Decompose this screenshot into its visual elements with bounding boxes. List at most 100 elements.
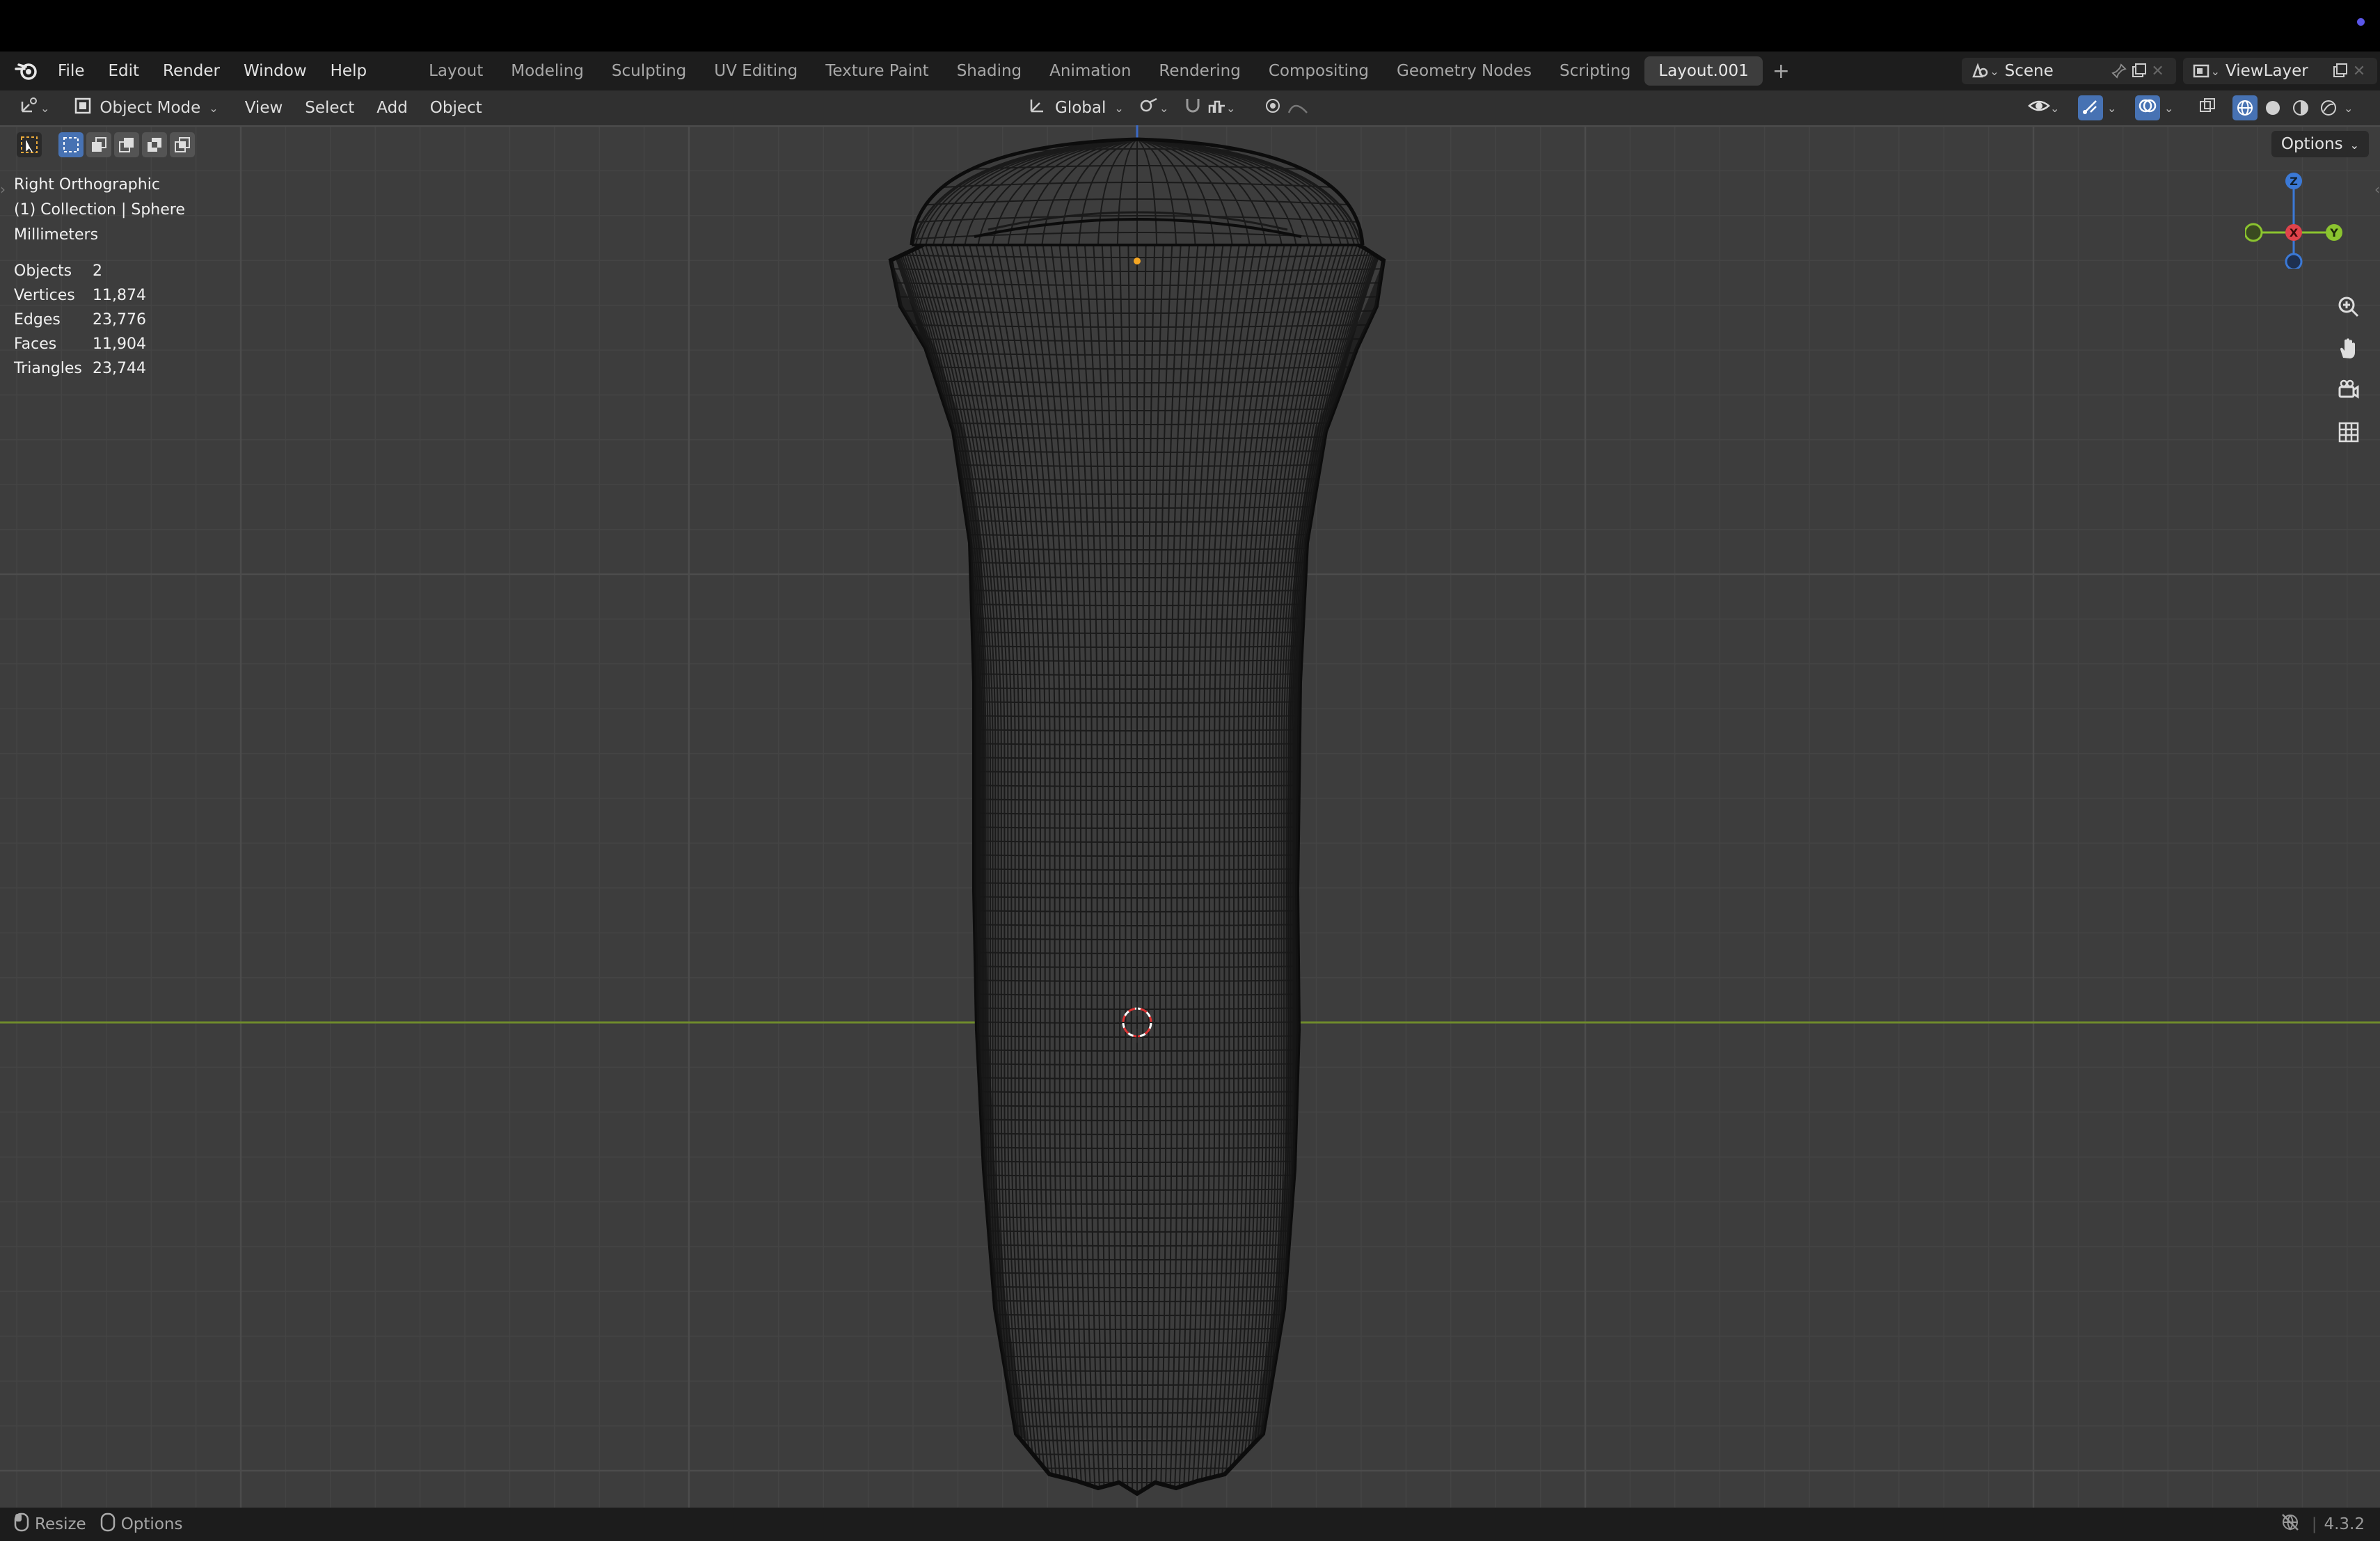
tool-settings-row — [17, 132, 198, 157]
transform-orientation-selector[interactable]: Global ⌄ — [1020, 96, 1131, 120]
tab-uv-editing[interactable]: UV Editing — [700, 56, 811, 86]
scene-selector[interactable]: ⌄ Scene ✕ — [1962, 58, 2176, 84]
magnet-icon — [1183, 96, 1203, 120]
navigation-gizmo[interactable]: Z Y X — [2245, 171, 2342, 269]
new-view-layer-icon[interactable] — [2330, 61, 2349, 81]
shading-options-chevron-icon[interactable]: ⌄ — [2344, 102, 2353, 115]
tab-rendering[interactable]: Rendering — [1145, 56, 1254, 86]
wireframe-shading-icon[interactable] — [2232, 95, 2258, 120]
tab-texture-paint[interactable]: Texture Paint — [811, 56, 942, 86]
object-origin-dot — [1134, 258, 1141, 264]
select-tool-icon[interactable] — [17, 132, 42, 157]
material-shading-icon[interactable] — [2288, 95, 2313, 120]
select-intersect-icon[interactable] — [170, 132, 195, 157]
network-off-icon[interactable] — [2280, 1513, 2301, 1535]
svg-text:X: X — [2290, 226, 2299, 239]
select-invert-icon[interactable] — [142, 132, 167, 157]
gizmo-toggle[interactable]: ⌄ — [2071, 95, 2123, 120]
solid-shading-icon[interactable] — [2260, 95, 2285, 120]
status-options-label: Options — [120, 1515, 183, 1533]
select-menu[interactable]: Select — [294, 99, 365, 117]
stat-row: Objects 2 — [14, 262, 102, 280]
view-layer-icon — [2191, 61, 2211, 81]
new-scene-icon[interactable] — [2129, 61, 2148, 81]
pan-hand-icon[interactable] — [2331, 331, 2366, 366]
viewport-options-button[interactable]: Options ⌄ — [2271, 131, 2369, 157]
tab-sculpting[interactable]: Sculpting — [598, 56, 700, 86]
overlays-toggle[interactable]: ⌄ — [2128, 95, 2180, 120]
stat-row: Vertices 11,874 — [14, 287, 146, 304]
gizmo-neg-y-handle — [2245, 223, 2263, 242]
proportional-icon — [1264, 97, 1282, 119]
orthographic-grid-icon[interactable] — [2331, 415, 2366, 450]
select-extend-icon[interactable] — [86, 132, 111, 157]
scene-name[interactable]: Scene — [2005, 62, 2109, 80]
view-menu[interactable]: View — [234, 99, 294, 117]
zoom-icon[interactable] — [2331, 290, 2366, 324]
notification-dot — [2357, 18, 2365, 26]
viewport-info: Right Orthographic (1) Collection | Sphe… — [14, 173, 185, 248]
camera-view-icon[interactable] — [2331, 373, 2366, 408]
gizmo-icon — [2078, 95, 2103, 120]
status-resize-label: Resize — [35, 1515, 86, 1533]
snap-toggle[interactable]: ⌄ — [1176, 96, 1242, 120]
viewport-canvas[interactable] — [0, 125, 2380, 1508]
add-menu[interactable]: Add — [365, 99, 419, 117]
select-new-icon[interactable] — [58, 132, 84, 157]
tab-geometry-nodes[interactable]: Geometry Nodes — [1383, 56, 1546, 86]
version-info: | 4.3.2 — [2280, 1513, 2365, 1535]
menu-file[interactable]: File — [46, 62, 97, 80]
tab-modeling[interactable]: Modeling — [497, 56, 598, 86]
menu-edit[interactable]: Edit — [97, 62, 152, 80]
scene-statistics: Objects 2 Vertices 11,874 Edges 23,776 Face… — [14, 259, 146, 381]
view-layer-selector[interactable]: ⌄ ViewLayer ✕ — [2182, 58, 2377, 84]
object-menu[interactable]: Object — [419, 99, 493, 117]
tab-shading[interactable]: Shading — [943, 56, 1036, 86]
status-bar: Resize Options | 4.3.2 — [0, 1508, 2380, 1541]
proportional-editing-toggle[interactable] — [1257, 97, 1315, 119]
xray-icon — [2198, 96, 2217, 120]
tab-layout-001[interactable]: Layout.001 — [1644, 56, 1763, 86]
xray-toggle[interactable] — [2191, 96, 2224, 120]
version-label: 4.3.2 — [2324, 1515, 2365, 1533]
tab-scripting[interactable]: Scripting — [1546, 56, 1644, 86]
window-titlebar — [0, 0, 2380, 52]
select-subtract-icon[interactable] — [114, 132, 139, 157]
eye-icon — [2028, 96, 2050, 120]
top-menubar: File Edit Render Window Help Layout Mode… — [0, 52, 2380, 90]
mouse-icon — [13, 1512, 31, 1537]
editor-type-button[interactable]: ⌄ — [11, 96, 56, 120]
unit-system: Millimeters — [14, 226, 99, 244]
view-layer-name[interactable]: ViewLayer — [2226, 62, 2330, 80]
falloff-icon[interactable] — [1287, 97, 1308, 118]
blender-logo-icon[interactable] — [13, 57, 40, 85]
tab-layout[interactable]: Layout — [415, 56, 497, 86]
svg-text:Y: Y — [2329, 226, 2338, 239]
sidebar-expand-arrow-icon[interactable]: ‹ — [2374, 181, 2380, 198]
viewport-header: ⌄ Object Mode ⌄ View Select Add Object G… — [0, 90, 2380, 125]
orientation-icon — [1027, 96, 1047, 120]
stat-row: Triangles 23,744 — [14, 360, 146, 377]
3d-viewport[interactable]: Options ⌄ › ‹ Right Orthographic (1) Coll… — [0, 125, 2380, 1508]
stat-row: Edges 23,776 — [14, 311, 146, 329]
tab-compositing[interactable]: Compositing — [1255, 56, 1383, 86]
delete-view-layer-icon[interactable]: ✕ — [2349, 61, 2369, 81]
delete-scene-icon[interactable]: ✕ — [2148, 61, 2168, 81]
snap-target-icon[interactable] — [1207, 96, 1226, 120]
menu-window[interactable]: Window — [232, 62, 319, 80]
pin-icon[interactable] — [2109, 61, 2129, 81]
menu-render[interactable]: Render — [151, 62, 232, 80]
menu-help[interactable]: Help — [319, 62, 379, 80]
object-visibility-selector[interactable]: ⌄ — [2021, 96, 2066, 120]
add-workspace-button[interactable]: + — [1763, 59, 1800, 84]
status-options: Options — [99, 1512, 183, 1537]
pivot-point-selector[interactable]: ⌄ — [1132, 96, 1175, 120]
view-name: Right Orthographic — [14, 176, 160, 193]
toolbar-expand-arrow-icon[interactable]: › — [0, 181, 6, 198]
rendered-shading-icon[interactable] — [2316, 95, 2341, 120]
collection-info: (1) Collection | Sphere — [14, 201, 185, 219]
editor-type-icon — [18, 96, 40, 120]
tab-animation[interactable]: Animation — [1036, 56, 1145, 86]
mode-selector[interactable]: Object Mode ⌄ — [66, 93, 225, 123]
workspace-tabs: Layout Modeling Sculpting UV Editing Tex… — [415, 56, 1800, 86]
